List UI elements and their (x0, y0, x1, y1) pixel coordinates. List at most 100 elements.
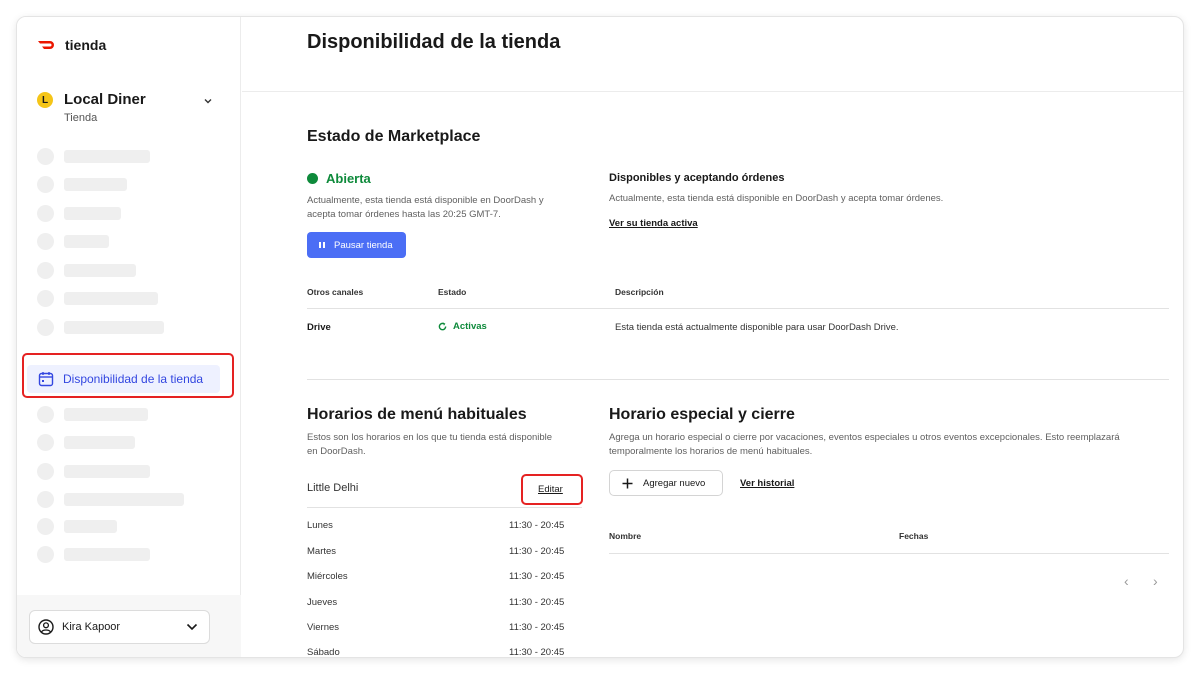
day-hours: 11:30 - 20:45 (509, 597, 565, 608)
column-header-channel: Otros canales (307, 287, 364, 297)
sidebar-item-placeholder[interactable] (37, 462, 150, 480)
day-label: Lunes (307, 520, 333, 531)
user-menu-button[interactable]: Kira Kapoor (29, 610, 210, 644)
placeholder-icon (37, 232, 54, 250)
day-hours: 11:30 - 20:45 (509, 520, 565, 531)
menu-name: Little Delhi (307, 482, 359, 494)
placeholder-icon (37, 545, 54, 563)
placeholder-label (64, 291, 158, 305)
add-special-hours-button[interactable]: Agregar nuevo (609, 470, 723, 496)
highlight-annotation (521, 474, 583, 505)
placeholder-label (64, 320, 164, 334)
day-label: Sábado (307, 647, 340, 658)
placeholder-label (64, 519, 117, 533)
sidebar: tienda L Local Diner Tienda Disponibilid… (17, 17, 241, 657)
pause-store-label: Pausar tienda (334, 239, 393, 251)
header-divider (242, 91, 1183, 92)
column-header-status: Estado (438, 287, 467, 297)
placeholder-icon (37, 433, 54, 451)
store-name: Local Diner (64, 91, 146, 108)
sidebar-item-placeholder[interactable] (37, 147, 150, 165)
placeholder-label (64, 263, 136, 277)
app-window: tienda L Local Diner Tienda Disponibilid… (16, 16, 1184, 658)
day-label: Jueves (307, 597, 338, 608)
add-special-hours-label: Agregar nuevo (643, 477, 706, 489)
sidebar-item-placeholder[interactable] (37, 175, 127, 193)
sidebar-item-placeholder[interactable] (37, 490, 184, 508)
placeholder-label (64, 234, 109, 248)
column-header-dates: Fechas (899, 531, 929, 541)
brand-name: tienda (65, 37, 107, 53)
main-content: Disponibilidad de la tienda Estado de Ma… (242, 17, 1183, 658)
sidebar-item-placeholder[interactable] (37, 261, 136, 279)
day-hours: 11:30 - 20:45 (509, 647, 565, 658)
sidebar-item-placeholder[interactable] (37, 232, 109, 250)
status-label: Abierta (326, 171, 371, 186)
day-hours: 11:30 - 20:45 (509, 546, 565, 557)
menu-divider (307, 507, 582, 508)
placeholder-icon (37, 462, 54, 480)
placeholder-label (64, 547, 150, 561)
placeholder-icon (37, 318, 54, 336)
placeholder-label (64, 492, 184, 506)
brand[interactable]: tienda (37, 37, 106, 53)
channel-status: Activas (438, 321, 487, 332)
placeholder-icon (37, 490, 54, 508)
section-divider (307, 379, 1169, 380)
plus-icon (622, 478, 633, 488)
day-label: Miércoles (307, 571, 348, 582)
store-avatar: L (37, 92, 53, 108)
view-active-store-link[interactable]: Ver su tienda activa (609, 218, 698, 229)
placeholder-icon (37, 175, 54, 193)
special-hours-description: Agrega un horario especial o cierre por … (609, 432, 1120, 457)
table-divider (307, 308, 1169, 309)
day-label: Martes (307, 546, 337, 557)
placeholder-label (64, 435, 135, 449)
day-hours: 11:30 - 20:45 (509, 571, 565, 582)
sidebar-item-placeholder[interactable] (37, 433, 135, 451)
sidebar-item-placeholder[interactable] (37, 517, 117, 535)
highlight-annotation (22, 353, 234, 398)
day-hours: 11:30 - 20:45 (509, 622, 565, 633)
day-label: Viernes (307, 622, 340, 633)
store-type: Tienda (64, 112, 98, 124)
view-history-link[interactable]: Ver historial (740, 478, 794, 489)
sidebar-item-placeholder[interactable] (37, 289, 158, 307)
placeholder-icon (37, 289, 54, 307)
placeholder-icon (37, 517, 54, 535)
placeholder-icon (37, 147, 54, 165)
placeholder-label (64, 206, 121, 220)
previous-page-icon[interactable]: ‹ (1124, 573, 1129, 589)
pause-store-button[interactable]: Pausar tienda (307, 232, 406, 258)
sidebar-footer: Kira Kapoor (17, 595, 241, 657)
sidebar-item-placeholder[interactable] (37, 545, 150, 563)
refresh-icon (438, 322, 447, 331)
chevron-down-icon (204, 99, 212, 104)
channel-description: Esta tienda está actualmente disponible … (615, 322, 899, 333)
store-status: Abierta (307, 171, 371, 186)
sidebar-item-placeholder[interactable] (37, 405, 148, 423)
pause-icon (319, 242, 325, 248)
placeholder-label (64, 464, 150, 478)
availability-description: Actualmente, esta tienda está disponible… (609, 193, 944, 204)
special-hours-title: Horario especial y cierre (609, 406, 795, 423)
availability-heading: Disponibles y aceptando órdenes (609, 172, 785, 184)
column-header-description: Descripción (615, 287, 664, 297)
column-header-name: Nombre (609, 531, 642, 541)
placeholder-icon (37, 204, 54, 222)
channel-name: Drive (307, 322, 331, 333)
next-page-icon[interactable]: › (1153, 573, 1158, 589)
table-divider (609, 553, 1169, 554)
placeholder-icon (37, 405, 54, 423)
doordash-logo-icon (38, 41, 54, 49)
placeholder-label (64, 407, 148, 421)
user-name: Kira Kapoor (62, 621, 121, 633)
sidebar-item-placeholder[interactable] (37, 318, 164, 336)
page-title: Disponibilidad de la tienda (307, 31, 561, 53)
menu-hours-title: Horarios de menú habituales (307, 406, 527, 423)
sidebar-item-placeholder[interactable] (37, 204, 121, 222)
status-description: Actualmente, esta tienda está disponible… (307, 195, 544, 220)
marketplace-title: Estado de Marketplace (307, 128, 481, 145)
chevron-down-icon (186, 623, 198, 631)
menu-hours-description: Estos son los horarios en los que tu tie… (307, 432, 553, 457)
